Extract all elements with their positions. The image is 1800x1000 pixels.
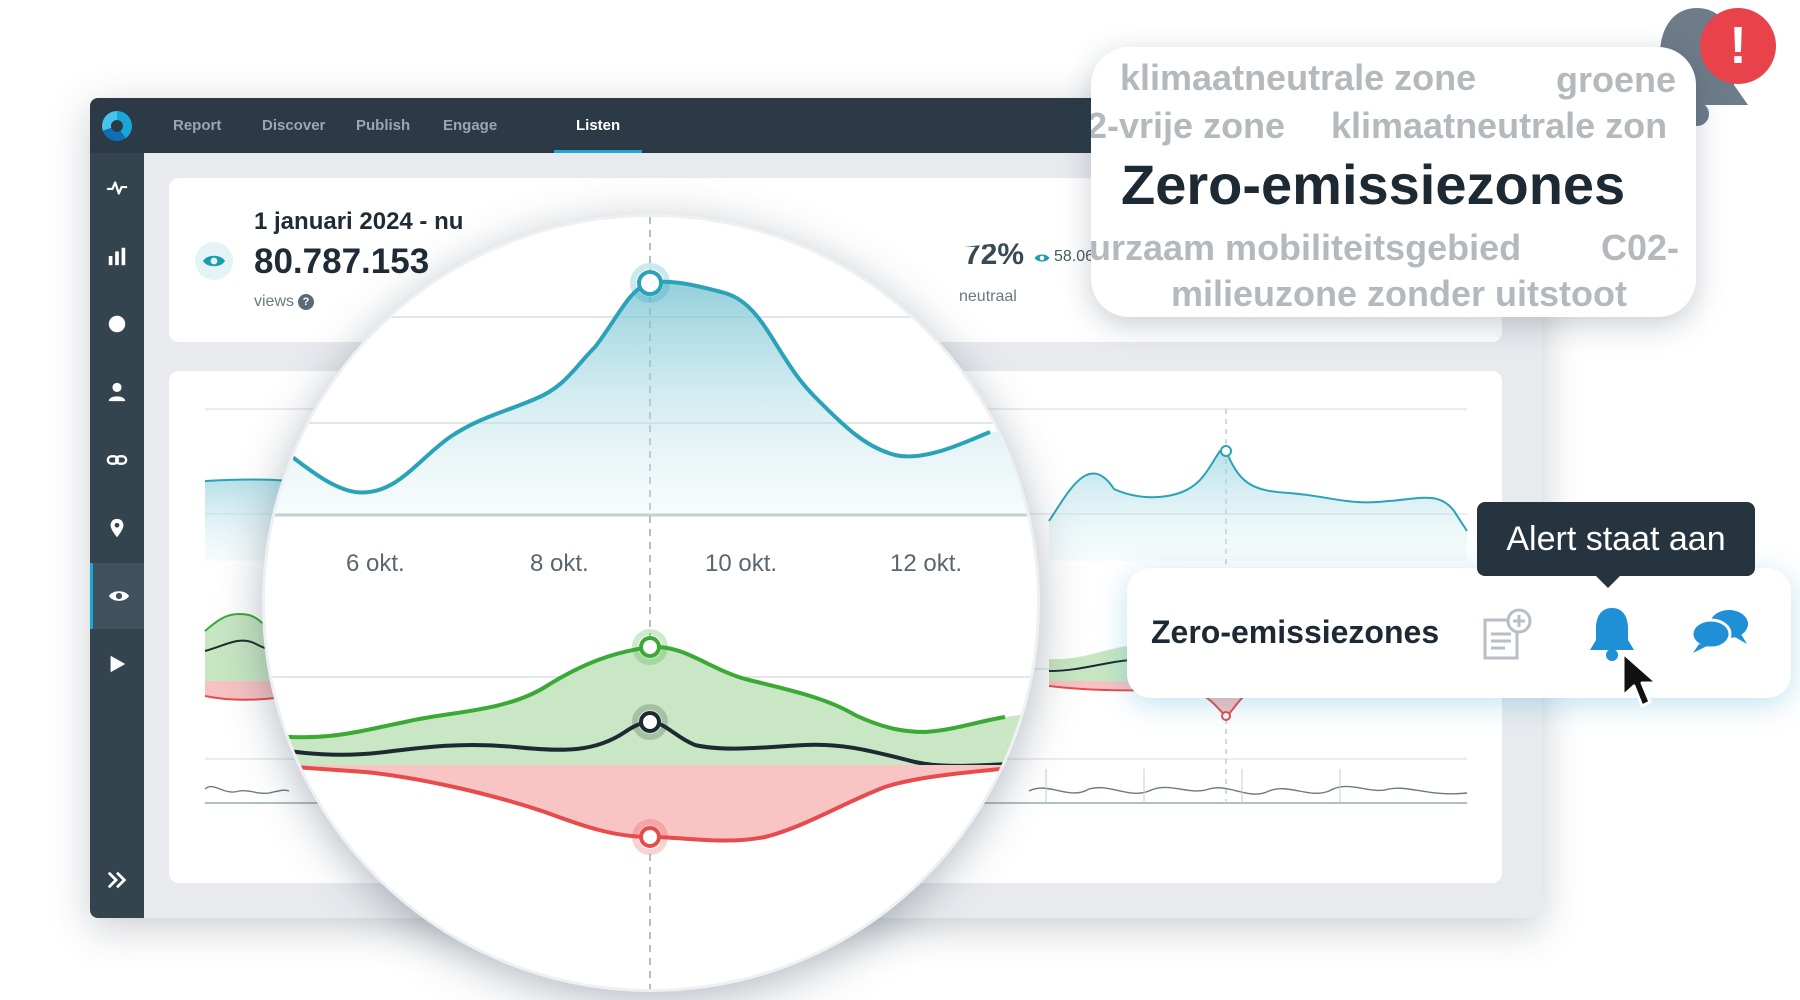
tick-label-6-okt: 6 okt. [346,550,405,577]
alert-tooltip: Alert staat aan [1477,502,1755,588]
tick-label-8-okt: 8 okt. [530,550,589,577]
tick-label-10-okt: 10 okt. [705,550,778,577]
add-note-icon[interactable] [1479,608,1533,662]
mag-positive-point [639,636,661,658]
word-term-3: 2-vrije zone [1091,105,1286,146]
mag-neutral-point [639,711,661,733]
word-term-7: milieuzone zonder uitstoot [1171,273,1627,314]
alert-exclamation-badge: ! [1700,8,1776,84]
word-term-6: C02- [1601,227,1680,268]
word-cloud-callout: klimaatneutrale zone groene 2-vrije zone… [1091,47,1696,317]
word-term-4: klimaatneutrale zon [1331,105,1668,146]
tick-label-12-okt: 12 okt. [890,550,963,577]
word-cloud-main-term: Zero-emissiezones [1121,153,1626,216]
panel-topic-title: Zero-emissiezones [1151,614,1440,650]
word-term-1: klimaatneutrale zone [1120,57,1477,98]
mag-views-peak-point [637,270,663,296]
magnified-chart [265,217,1037,989]
chart-magnifier: 6 okt. 8 okt. 10 okt. 12 okt. [262,214,1040,992]
word-term-5: urzaam mobiliteitsgebied [1091,227,1522,268]
mouse-cursor-icon [1621,651,1659,708]
topic-action-panel: Zero-emissiezones [1127,568,1791,698]
mag-negative-point [639,826,661,848]
word-term-2: groene [1556,59,1677,100]
conversation-icon[interactable] [1689,606,1751,656]
